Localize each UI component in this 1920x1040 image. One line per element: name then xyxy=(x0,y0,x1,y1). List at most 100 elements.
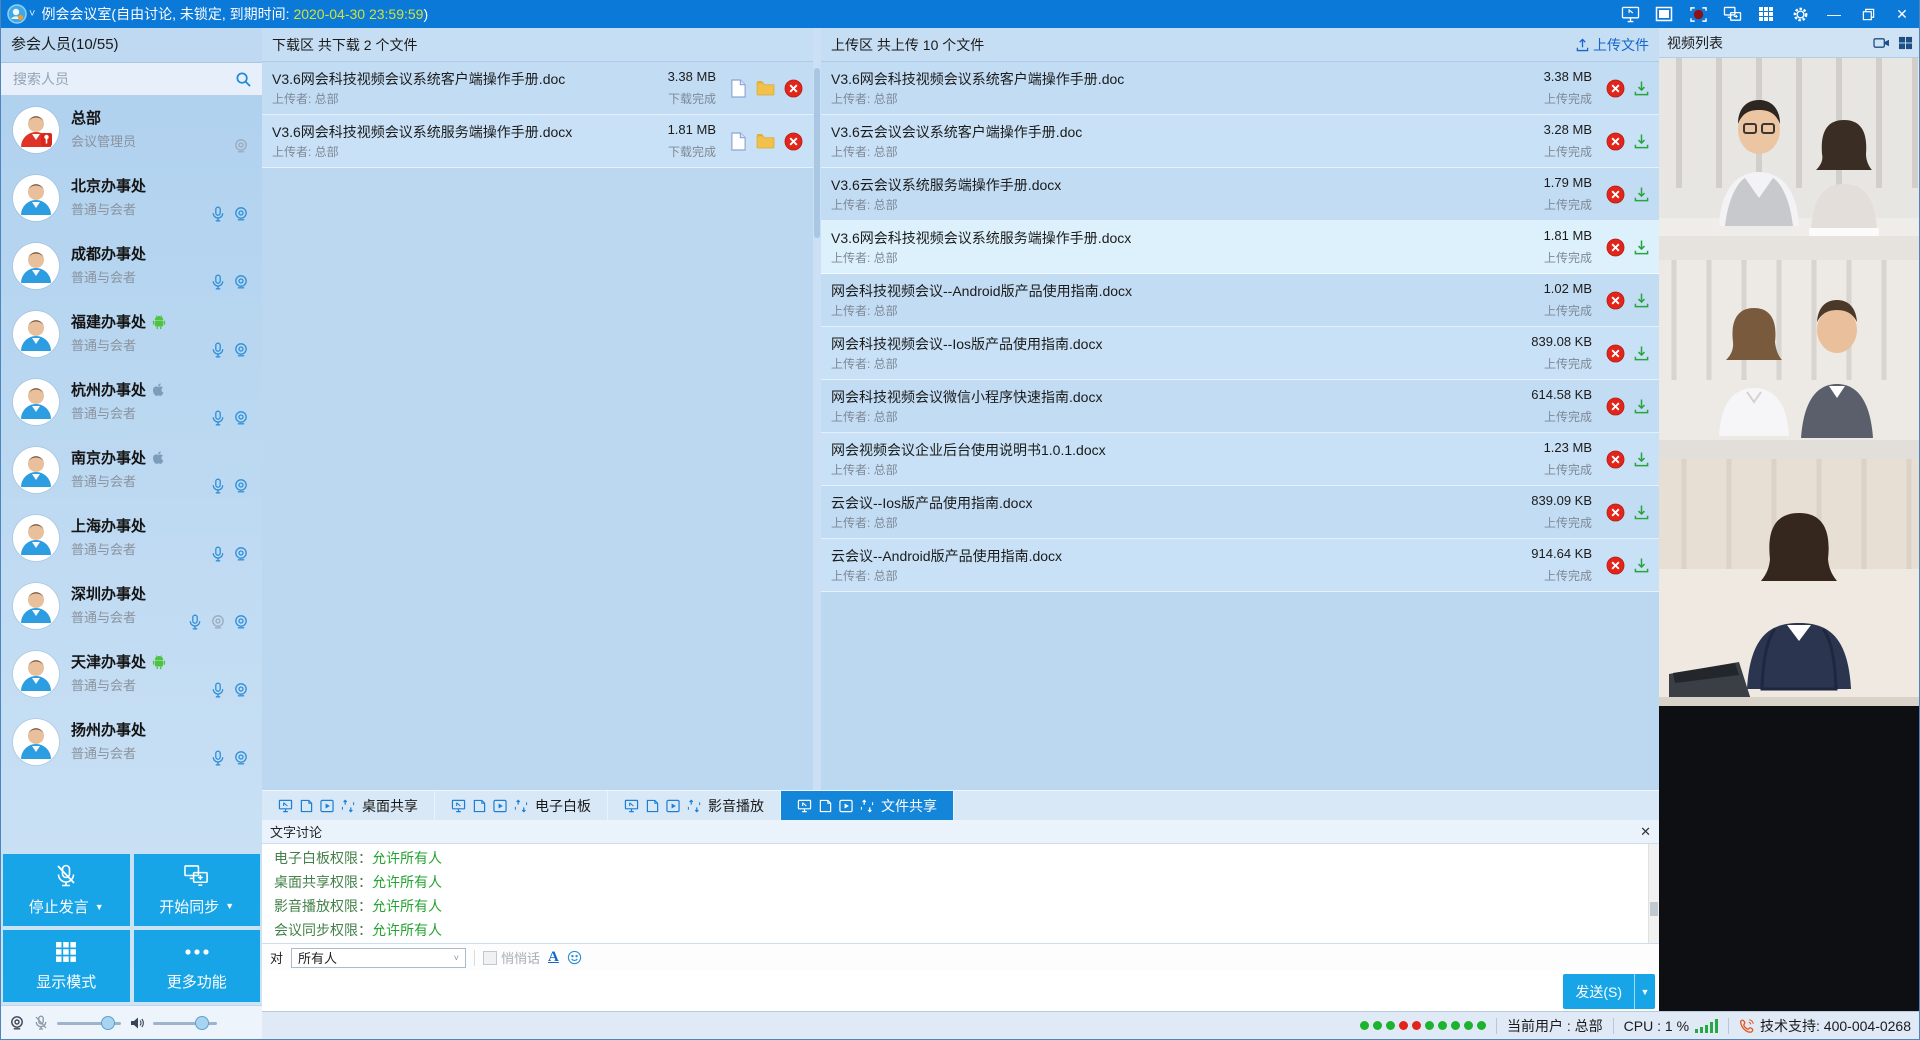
delete-file-icon[interactable] xyxy=(1606,397,1625,416)
settings-gear-icon[interactable] xyxy=(1783,0,1817,28)
webcam-icon[interactable] xyxy=(233,342,249,358)
video-thumbnail[interactable] xyxy=(1659,459,1920,706)
participant-row[interactable]: 杭州办事处 普通与会者 xyxy=(1,368,262,436)
delete-file-icon[interactable] xyxy=(1606,344,1625,363)
minimize-button[interactable]: — xyxy=(1817,0,1851,28)
chat-close-icon[interactable]: ✕ xyxy=(1640,824,1651,840)
delete-file-icon[interactable] xyxy=(1606,132,1625,151)
function-tab[interactable]: 影音播放 xyxy=(608,791,781,821)
app-logo-icon[interactable] xyxy=(7,4,27,24)
more-functions-button[interactable]: 更多功能 xyxy=(134,930,261,1002)
webcam-icon[interactable] xyxy=(233,750,249,766)
upload-file-row[interactable]: V3.6云会议会议系统客户端操作手册.doc 上传者: 总部 3.28 MB 上… xyxy=(821,115,1659,168)
display-mode-button[interactable]: 显示模式 xyxy=(3,930,130,1002)
open-file-icon[interactable] xyxy=(730,79,747,98)
download-file-icon[interactable] xyxy=(1634,186,1649,202)
emoji-button[interactable] xyxy=(567,950,582,965)
webcam-icon[interactable] xyxy=(233,206,249,222)
download-file-icon[interactable] xyxy=(1634,557,1649,573)
delete-file-icon[interactable] xyxy=(1606,79,1625,98)
webcam-icon[interactable] xyxy=(233,410,249,426)
mic-icon[interactable] xyxy=(210,546,226,562)
webcam-icon[interactable] xyxy=(233,682,249,698)
delete-file-icon[interactable] xyxy=(784,132,803,151)
speaker-volume-slider[interactable] xyxy=(153,1016,217,1030)
participant-row[interactable]: 天津办事处 普通与会者 xyxy=(1,640,262,708)
participant-row[interactable]: 南京办事处 普通与会者 xyxy=(1,436,262,504)
upload-file-row[interactable]: 网会视频会议企业后台使用说明书1.0.1.docx 上传者: 总部 1.23 M… xyxy=(821,433,1659,486)
dropdown-caret-icon[interactable]: ▼ xyxy=(225,901,234,911)
panel-divider-scrollbar[interactable] xyxy=(813,28,821,790)
delete-file-icon[interactable] xyxy=(1606,291,1625,310)
maximize-button[interactable] xyxy=(1851,0,1885,28)
open-folder-icon[interactable] xyxy=(756,80,775,96)
download-file-row[interactable]: V3.6网会科技视频会议系统服务端操作手册.docx 上传者: 总部 1.81 … xyxy=(262,115,813,168)
upload-file-row[interactable]: 云会议--Android版产品使用指南.docx 上传者: 总部 914.64 … xyxy=(821,539,1659,592)
font-style-button[interactable]: A xyxy=(548,949,559,966)
mic-icon[interactable] xyxy=(210,410,226,426)
participant-row[interactable]: 上海办事处 普通与会者 xyxy=(1,504,262,572)
search-icon[interactable] xyxy=(235,71,252,88)
sync-screens-icon[interactable] xyxy=(1715,0,1749,28)
scrollbar-thumb[interactable] xyxy=(1650,902,1658,916)
video-thumbnail[interactable] xyxy=(1659,260,1920,459)
speaker-icon[interactable] xyxy=(129,1015,145,1031)
local-webcam-icon[interactable] xyxy=(9,1015,25,1031)
download-file-icon[interactable] xyxy=(1634,504,1649,520)
whisper-checkbox[interactable]: 悄悄话 xyxy=(483,948,540,967)
delete-file-icon[interactable] xyxy=(1606,556,1625,575)
mic-icon[interactable] xyxy=(187,614,203,630)
mic-icon[interactable] xyxy=(210,206,226,222)
download-file-icon[interactable] xyxy=(1634,451,1649,467)
upload-file-button[interactable]: 上传文件 xyxy=(1576,28,1649,62)
start-sync-button[interactable]: 开始同步▼ xyxy=(134,854,261,926)
upload-file-row[interactable]: V3.6网会科技视频会议系统客户端操作手册.doc 上传者: 总部 3.38 M… xyxy=(821,62,1659,115)
participant-row[interactable]: 成都办事处 普通与会者 xyxy=(1,232,262,300)
send-dropdown-caret[interactable]: ▼ xyxy=(1634,974,1655,1009)
dropdown-caret-icon[interactable]: ▼ xyxy=(95,902,104,912)
upload-file-row[interactable]: 网会科技视频会议微信小程序快速指南.docx 上传者: 总部 614.58 KB… xyxy=(821,380,1659,433)
upload-file-row[interactable]: V3.6云会议系统服务端操作手册.docx 上传者: 总部 1.79 MB 上传… xyxy=(821,168,1659,221)
participant-row[interactable]: 深圳办事处 普通与会者 xyxy=(1,572,262,640)
stop-speaking-button[interactable]: 停止发言▼ xyxy=(3,854,130,926)
delete-file-icon[interactable] xyxy=(784,79,803,98)
webcam-icon[interactable] xyxy=(233,478,249,494)
participant-row[interactable]: 北京办事处 普通与会者 xyxy=(1,164,262,232)
delete-file-icon[interactable] xyxy=(1606,450,1625,469)
download-file-icon[interactable] xyxy=(1634,398,1649,414)
upload-file-row[interactable]: V3.6网会科技视频会议系统服务端操作手册.docx 上传者: 总部 1.81 … xyxy=(821,221,1659,274)
webcam-disabled-icon[interactable] xyxy=(210,614,226,630)
chat-input-area[interactable]: 发送(S) ▼ xyxy=(262,971,1659,1011)
mic-icon[interactable] xyxy=(210,342,226,358)
download-file-row[interactable]: V3.6网会科技视频会议系统客户端操作手册.doc 上传者: 总部 3.38 M… xyxy=(262,62,813,115)
slider-knob[interactable] xyxy=(101,1016,115,1030)
chat-scrollbar[interactable] xyxy=(1648,844,1659,943)
function-tab[interactable]: 电子白板 xyxy=(435,791,608,821)
delete-file-icon[interactable] xyxy=(1606,185,1625,204)
video-capture-icon[interactable] xyxy=(1873,36,1890,50)
video-layout-icon[interactable] xyxy=(1898,36,1913,50)
send-label[interactable]: 发送(S) xyxy=(1563,974,1634,1009)
webcam-icon[interactable] xyxy=(233,546,249,562)
upload-file-row[interactable]: 网会科技视频会议--Ios版产品使用指南.docx 上传者: 总部 839.08… xyxy=(821,327,1659,380)
open-file-icon[interactable] xyxy=(730,132,747,151)
search-input[interactable] xyxy=(11,70,235,88)
scrollbar-thumb[interactable] xyxy=(814,68,820,238)
slider-knob[interactable] xyxy=(195,1016,209,1030)
mic-icon[interactable] xyxy=(210,274,226,290)
download-file-icon[interactable] xyxy=(1634,80,1649,96)
webcam-icon[interactable] xyxy=(233,614,249,630)
recipient-select[interactable]: 所有人 ˅ xyxy=(291,948,466,968)
checkbox-icon[interactable] xyxy=(483,951,497,965)
screen-share-icon[interactable] xyxy=(1613,0,1647,28)
close-button[interactable]: ✕ xyxy=(1885,0,1919,28)
function-tab[interactable]: 桌面共享 xyxy=(262,791,435,821)
local-mic-muted-icon[interactable] xyxy=(33,1015,49,1031)
open-folder-icon[interactable] xyxy=(756,133,775,149)
download-file-icon[interactable] xyxy=(1634,345,1649,361)
mic-icon[interactable] xyxy=(210,750,226,766)
webcam-disabled-icon[interactable] xyxy=(233,138,249,154)
video-thumbnail[interactable] xyxy=(1659,58,1920,260)
send-button[interactable]: 发送(S) ▼ xyxy=(1563,974,1655,1009)
display-grid-icon[interactable] xyxy=(1749,0,1783,28)
